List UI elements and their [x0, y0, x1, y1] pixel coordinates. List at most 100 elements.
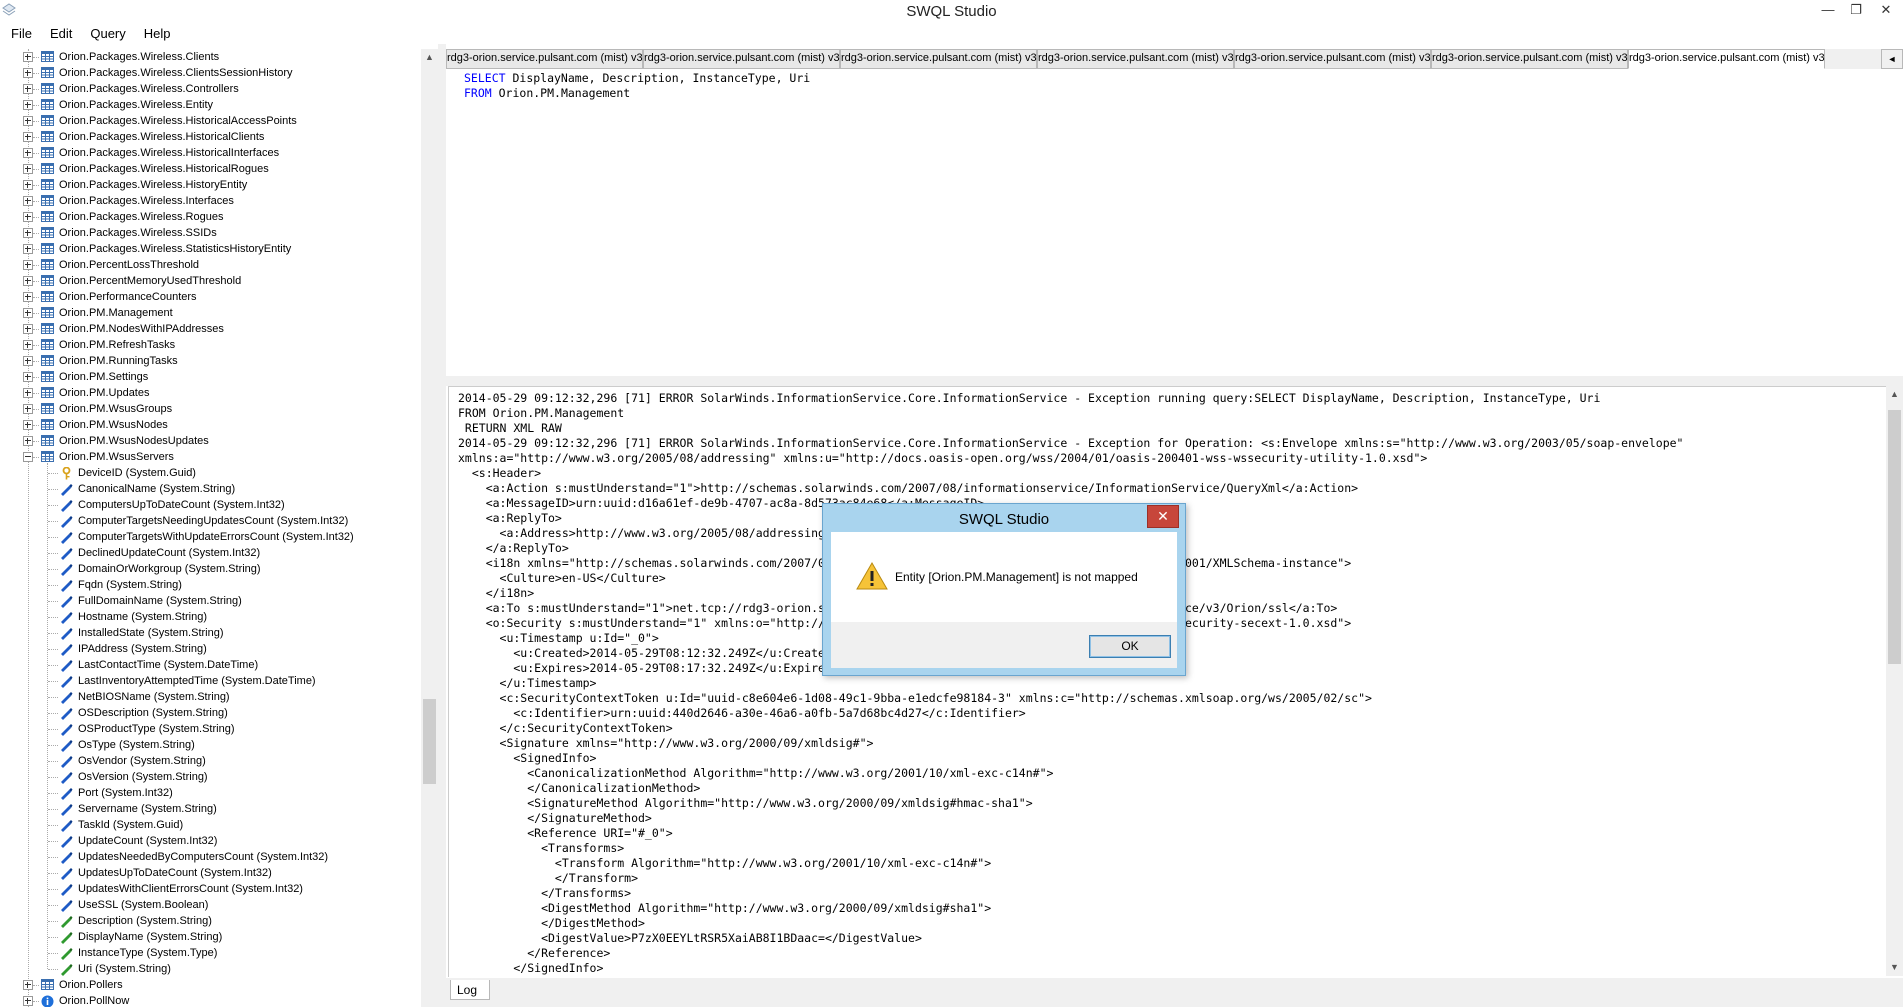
expand-plus-icon[interactable]	[23, 260, 33, 270]
expand-plus-icon[interactable]	[23, 308, 33, 318]
tree-property-row[interactable]: UpdatesNeededByComputersCount (System.In…	[0, 849, 420, 865]
expand-plus-icon[interactable]	[23, 420, 33, 430]
tree-property-row[interactable]: DisplayName (System.String)	[0, 929, 420, 945]
tree-entity-row[interactable]: Orion.PercentLossThreshold	[0, 257, 420, 273]
expand-plus-icon[interactable]	[23, 388, 33, 398]
tree-entity-row[interactable]: Orion.PM.RunningTasks	[0, 353, 420, 369]
tree-entity-row[interactable]: Orion.Pollers	[0, 977, 420, 993]
tab-log[interactable]: Log	[450, 980, 490, 1000]
tree-property-row[interactable]: UpdatesWithClientErrorsCount (System.Int…	[0, 881, 420, 897]
tree-entity-row[interactable]: Orion.PM.RefreshTasks	[0, 337, 420, 353]
tree-entity-row[interactable]: Orion.PM.WsusNodes	[0, 417, 420, 433]
expand-plus-icon[interactable]	[23, 356, 33, 366]
tree-property-row[interactable]: OsVendor (System.String)	[0, 753, 420, 769]
tab-connection-4[interactable]: rdg3-orion.service.pulsant.com (mist) v3	[1037, 49, 1234, 69]
log-scroll-thumb[interactable]	[1888, 410, 1901, 664]
tree-entity-row[interactable]: Orion.PM.WsusNodesUpdates	[0, 433, 420, 449]
tree-entity-row[interactable]: Orion.Packages.Wireless.HistoricalInterf…	[0, 145, 420, 161]
tree-property-row[interactable]: LastInventoryAttemptedTime (System.DateT…	[0, 673, 420, 689]
tree-entity-row[interactable]: Orion.PM.Settings	[0, 369, 420, 385]
tab-connection-2[interactable]: rdg3-orion.service.pulsant.com (mist) v3	[643, 49, 840, 69]
tree-property-row[interactable]: Fqdn (System.String)	[0, 577, 420, 593]
menu-help[interactable]: Help	[135, 24, 180, 44]
tree-property-row[interactable]: FullDomainName (System.String)	[0, 593, 420, 609]
expand-plus-icon[interactable]	[23, 228, 33, 238]
tree-property-row[interactable]: OSDescription (System.String)	[0, 705, 420, 721]
tree-entity-row[interactable]: Orion.Packages.Wireless.Rogues	[0, 209, 420, 225]
tree-property-row[interactable]: Port (System.Int32)	[0, 785, 420, 801]
close-window-button[interactable]: ✕	[1872, 0, 1900, 22]
tab-connection-3[interactable]: rdg3-orion.service.pulsant.com (mist) v3	[840, 49, 1037, 69]
tree-property-row[interactable]: InstanceType (System.Type)	[0, 945, 420, 961]
tree-entity-row[interactable]: Orion.Packages.Wireless.SSIDs	[0, 225, 420, 241]
entity-tree[interactable]: Orion.Packages.Wireless.Clients Orion.Pac…	[0, 49, 420, 1007]
tree-entity-row[interactable]: Orion.PercentMemoryUsedThreshold	[0, 273, 420, 289]
tree-entity-row[interactable]: Orion.PerformanceCounters	[0, 289, 420, 305]
tab-connection-5[interactable]: rdg3-orion.service.pulsant.com (mist) v3	[1234, 49, 1431, 69]
tree-entity-row[interactable]: Orion.Packages.Wireless.ClientsSessionHi…	[0, 65, 420, 81]
expand-plus-icon[interactable]	[23, 292, 33, 302]
editor-results-splitter[interactable]	[446, 376, 1903, 386]
tree-property-row[interactable]: Description (System.String)	[0, 913, 420, 929]
tree-entity-row[interactable]: Orion.Packages.Wireless.HistoricalAccess…	[0, 113, 420, 129]
expand-plus-icon[interactable]	[23, 164, 33, 174]
expand-plus-icon[interactable]	[23, 196, 33, 206]
expand-plus-icon[interactable]	[23, 180, 33, 190]
expand-plus-icon[interactable]	[23, 436, 33, 446]
tree-entity-row[interactable]: Orion.Packages.Wireless.HistoricalRogues	[0, 161, 420, 177]
menu-edit[interactable]: Edit	[41, 24, 81, 44]
menu-file[interactable]: File	[0, 24, 41, 44]
tree-entity-row[interactable]: Orion.PollNow	[0, 993, 420, 1007]
tree-entity-row[interactable]: Orion.PM.NodesWithIPAddresses	[0, 321, 420, 337]
expand-plus-icon[interactable]	[23, 276, 33, 286]
log-scroll-up-icon[interactable]: ▲	[1886, 386, 1903, 403]
ok-button[interactable]: OK	[1089, 635, 1171, 658]
tree-property-row[interactable]: InstalledState (System.String)	[0, 625, 420, 641]
tree-entity-row[interactable]: Orion.Packages.Wireless.Entity	[0, 97, 420, 113]
expand-plus-icon[interactable]	[23, 132, 33, 142]
collapse-minus-icon[interactable]	[23, 452, 33, 462]
expand-plus-icon[interactable]	[23, 212, 33, 222]
tab-scroll-left-icon[interactable]: ◄	[1881, 49, 1903, 69]
tree-property-row[interactable]: ComputersUpToDateCount (System.Int32)	[0, 497, 420, 513]
tree-property-row[interactable]: OsType (System.String)	[0, 737, 420, 753]
tree-property-row[interactable]: DeviceID (System.Guid)	[0, 465, 420, 481]
expand-plus-icon[interactable]	[23, 148, 33, 158]
log-scroll-down-icon[interactable]: ▼	[1886, 959, 1903, 976]
tree-entity-row[interactable]: Orion.PM.WsusGroups	[0, 401, 420, 417]
tree-property-row[interactable]: ComputerTargetsWithUpdateErrorsCount (Sy…	[0, 529, 420, 545]
expand-plus-icon[interactable]	[23, 68, 33, 78]
tree-entity-row[interactable]: Orion.Packages.Wireless.StatisticsHistor…	[0, 241, 420, 257]
minimize-button[interactable]: —	[1814, 0, 1842, 22]
dialog-close-button[interactable]: ✕	[1147, 505, 1179, 528]
log-output[interactable]: 2014-05-29 09:12:32,296 [71] ERROR Solar…	[448, 386, 1887, 977]
tree-property-row[interactable]: LastContactTime (System.DateTime)	[0, 657, 420, 673]
expand-plus-icon[interactable]	[23, 100, 33, 110]
tree-property-row[interactable]: TaskId (System.Guid)	[0, 817, 420, 833]
tree-property-row[interactable]: OsVersion (System.String)	[0, 769, 420, 785]
tab-connection-1[interactable]: rdg3-orion.service.pulsant.com (mist) v3	[446, 49, 643, 69]
tree-property-row[interactable]: NetBIOSName (System.String)	[0, 689, 420, 705]
tree-scroll-thumb[interactable]	[423, 699, 436, 784]
expand-plus-icon[interactable]	[23, 324, 33, 334]
tree-property-row[interactable]: IPAddress (System.String)	[0, 641, 420, 657]
scroll-up-arrow-icon[interactable]: ▲	[421, 49, 438, 66]
tree-scrollbar[interactable]: ▲	[421, 49, 438, 1007]
tab-connection-6[interactable]: rdg3-orion.service.pulsant.com (mist) v3	[1431, 49, 1628, 69]
expand-plus-icon[interactable]	[23, 372, 33, 382]
expand-plus-icon[interactable]	[23, 52, 33, 62]
expand-plus-icon[interactable]	[23, 340, 33, 350]
tree-entity-row[interactable]: Orion.PM.WsusServers	[0, 449, 420, 465]
tree-entity-row[interactable]: Orion.PM.Updates	[0, 385, 420, 401]
expand-plus-icon[interactable]	[23, 404, 33, 414]
tree-entity-row[interactable]: Orion.Packages.Wireless.HistoryEntity	[0, 177, 420, 193]
menu-query[interactable]: Query	[81, 24, 134, 44]
tree-property-row[interactable]: UpdatesUpToDateCount (System.Int32)	[0, 865, 420, 881]
tree-property-row[interactable]: DomainOrWorkgroup (System.String)	[0, 561, 420, 577]
tree-entity-row[interactable]: Orion.Packages.Wireless.Clients	[0, 49, 420, 65]
log-scrollbar[interactable]: ▲ ▼	[1886, 386, 1903, 976]
tree-property-row[interactable]: CanonicalName (System.String)	[0, 481, 420, 497]
tab-connection-7-active[interactable]: rdg3-orion.service.pulsant.com (mist) v3	[1628, 49, 1825, 69]
tree-property-row[interactable]: Uri (System.String)	[0, 961, 420, 977]
query-editor[interactable]: SELECT DisplayName, Description, Instanc…	[448, 69, 1903, 376]
